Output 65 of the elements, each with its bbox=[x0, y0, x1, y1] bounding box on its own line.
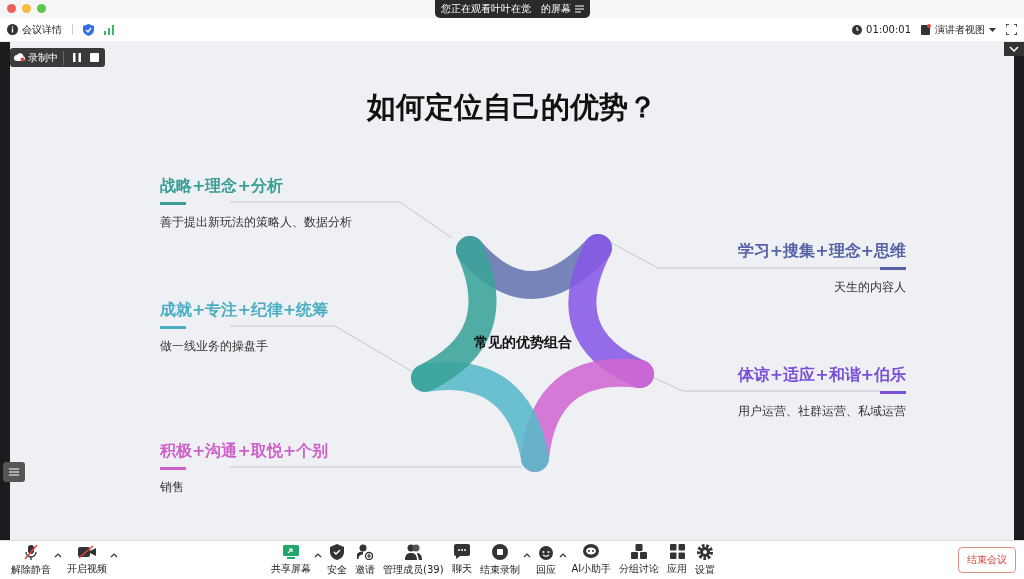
combo-description: 善于提出新玩法的策略人、数据分析 bbox=[160, 214, 352, 231]
chat-button[interactable]: 聊天 bbox=[448, 544, 475, 576]
muted-microphone-icon bbox=[23, 543, 39, 560]
smiley-icon bbox=[537, 543, 554, 560]
caret-icon[interactable] bbox=[54, 552, 62, 558]
close-button[interactable] bbox=[7, 4, 16, 13]
add-person-icon bbox=[357, 543, 373, 560]
combo-description: 用户运营、社群运营、私域运营 bbox=[738, 403, 906, 420]
combo-description: 天生的内容人 bbox=[834, 279, 906, 296]
chevron-icon bbox=[1009, 46, 1019, 52]
menu-icon[interactable] bbox=[574, 5, 584, 13]
banner-text: 您正在观看叶叶在觉 bbox=[440, 2, 531, 16]
caret-icon[interactable] bbox=[110, 552, 118, 558]
share-button[interactable]: 共享屏幕 bbox=[268, 544, 314, 576]
share-screen-icon bbox=[283, 544, 299, 559]
combo-title: 体谅+适应+和谐+伯乐 bbox=[737, 365, 906, 386]
view-mode-dropdown[interactable]: 演讲者视图 bbox=[921, 22, 996, 37]
chat-bubble-icon bbox=[453, 544, 470, 559]
camera-off-icon bbox=[78, 544, 96, 559]
ai-button[interactable]: AI小助手 bbox=[568, 544, 615, 576]
cloud-icon bbox=[14, 53, 25, 62]
people-icon bbox=[404, 543, 423, 560]
combo-description: 做一线业务的操盘手 bbox=[160, 338, 268, 355]
apps-button[interactable]: 应用 bbox=[664, 544, 691, 576]
blocks-icon bbox=[631, 544, 648, 559]
robot-icon bbox=[583, 544, 600, 559]
combo-title: 积极+沟通+取悦+个别 bbox=[160, 441, 329, 462]
stop-button[interactable]: 结束录制 bbox=[476, 543, 523, 577]
shield-icon[interactable] bbox=[83, 23, 94, 36]
stop-recording-icon bbox=[491, 543, 508, 560]
invite-button[interactable]: 邀请 bbox=[352, 543, 378, 577]
info-icon bbox=[7, 24, 18, 35]
caret-icon[interactable] bbox=[558, 552, 567, 558]
gear-button[interactable]: 设置 bbox=[692, 543, 719, 577]
caret-icon bbox=[989, 27, 996, 32]
meeting-details-button[interactable]: 会议详情 bbox=[7, 22, 62, 37]
combo-title: 成就+专注+纪律+统筹 bbox=[160, 300, 329, 321]
center-label: 常见的优势组合 bbox=[474, 334, 572, 352]
caret-icon[interactable] bbox=[314, 552, 322, 558]
recording-label: 录制中 bbox=[28, 50, 58, 65]
unmute-button[interactable]: 解除静音 bbox=[8, 543, 54, 577]
combo-description: 销售 bbox=[160, 479, 184, 496]
list-icon bbox=[9, 468, 19, 476]
settings-icon bbox=[697, 543, 714, 560]
collapse-button[interactable] bbox=[1004, 42, 1024, 56]
combo-title: 学习+搜集+理念+思维 bbox=[737, 241, 906, 262]
caret-icon[interactable] bbox=[522, 552, 531, 558]
clock-icon bbox=[852, 24, 863, 35]
groups-button[interactable]: 分组讨论 bbox=[616, 544, 663, 576]
end-meeting-button[interactable]: 结束会议 bbox=[958, 547, 1016, 573]
pause-icon[interactable] bbox=[73, 53, 81, 62]
slide-title: 如何定位自己的优势？ bbox=[365, 89, 658, 126]
layout-icon bbox=[921, 24, 931, 35]
members-button[interactable]: 管理成员(39) bbox=[380, 543, 447, 577]
fullscreen-icon[interactable] bbox=[1006, 24, 1017, 35]
shield-icon bbox=[330, 543, 344, 560]
shield-button[interactable]: 安全 bbox=[324, 543, 350, 577]
banner-text: 的屏幕 bbox=[540, 2, 571, 16]
video-button[interactable]: 开启视频 bbox=[64, 544, 110, 576]
apps-grid-icon bbox=[669, 544, 685, 559]
signal-icon bbox=[104, 24, 114, 35]
side-panel-button[interactable] bbox=[3, 462, 25, 482]
meeting-timer: 01:00:01 bbox=[852, 24, 911, 35]
combo-title: 战略+理念+分析 bbox=[160, 176, 283, 197]
react-button[interactable]: 回应 bbox=[532, 543, 559, 577]
